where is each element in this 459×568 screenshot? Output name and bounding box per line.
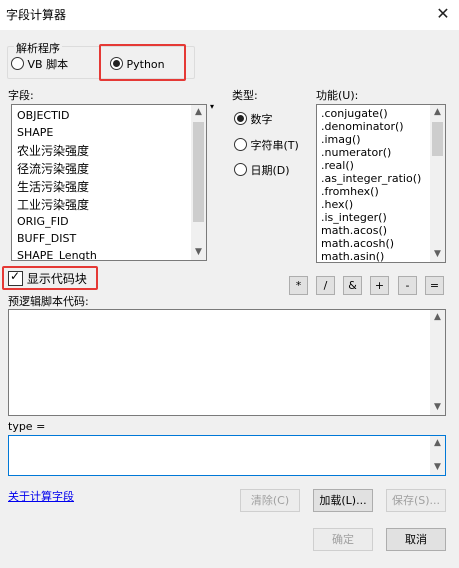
radio-type-number[interactable]: 数字 [234, 111, 273, 127]
field-item[interactable]: BUFF_DIST [17, 232, 76, 245]
function-item[interactable]: .fromhex() [321, 185, 379, 198]
radio-string-icon [234, 138, 247, 151]
radio-python-icon [110, 57, 123, 70]
scroll-down-icon[interactable]: ▼ [430, 247, 445, 262]
function-item[interactable]: math.acos() [321, 224, 387, 237]
radio-string-label: 字符串(T) [250, 139, 299, 152]
field-item[interactable]: 工业污染强度 [17, 196, 89, 213]
cancel-button[interactable]: 取消 [386, 528, 446, 551]
function-item[interactable]: math.asin() [321, 250, 384, 262]
operator-equals-button[interactable]: = [425, 276, 444, 295]
radio-vbscript-label: VB 脚本 [27, 58, 69, 71]
function-item[interactable]: .real() [321, 159, 354, 172]
scroll-up-icon[interactable]: ▲ [430, 310, 445, 325]
show-codeblock-label: 显示代码块 [26, 272, 87, 286]
field-item[interactable]: 生活污染强度 [17, 178, 89, 195]
radio-python-label: Python [126, 58, 165, 71]
fields-scrollbar[interactable]: ▲ ▼ [191, 105, 206, 260]
field-item[interactable]: SHAPE_Length [17, 249, 97, 260]
prelogic-label: 预逻辑脚本代码: [8, 295, 89, 308]
scroll-thumb[interactable] [193, 122, 204, 222]
functions-list[interactable]: .conjugate() .denominator() .imag() .num… [316, 104, 446, 263]
function-item[interactable]: .denominator() [321, 120, 404, 133]
help-link[interactable]: 关于计算字段 [8, 488, 74, 504]
radio-date-label: 日期(D) [250, 164, 290, 177]
function-item[interactable]: .conjugate() [321, 107, 388, 120]
type-label: 类型: [232, 89, 258, 102]
radio-vbscript-icon [11, 57, 24, 70]
field-item[interactable]: OBJECTID [17, 109, 70, 122]
window-title: 字段计算器 [6, 8, 67, 22]
scroll-down-icon[interactable]: ▼ [430, 400, 445, 415]
scroll-up-icon[interactable]: ▲ [430, 105, 445, 120]
function-item[interactable]: .imag() [321, 133, 361, 146]
radio-number-label: 数字 [250, 113, 273, 126]
field-item[interactable]: 农业污染强度 [17, 142, 89, 159]
parser-group-label: 解析程序 [14, 40, 62, 56]
radio-type-string[interactable]: 字符串(T) [234, 137, 299, 153]
scroll-down-icon[interactable]: ▼ [191, 245, 206, 260]
fields-label: 字段: [8, 89, 34, 102]
operator-divide-button[interactable]: / [316, 276, 335, 295]
show-codeblock-checkbox[interactable]: 显示代码块 [8, 269, 87, 287]
functions-label: 功能(U): [316, 89, 359, 102]
function-item[interactable]: .is_integer() [321, 211, 387, 224]
prelogic-scrollbar[interactable]: ▲ ▼ [430, 310, 445, 415]
prelogic-textarea[interactable]: ▲ ▼ [8, 309, 446, 416]
radio-vbscript[interactable]: VB 脚本 [11, 56, 68, 72]
field-item[interactable]: SHAPE [17, 126, 53, 139]
scroll-up-icon[interactable]: ▲ [430, 436, 445, 451]
clear-button[interactable]: 清除(C) [240, 489, 300, 512]
save-button[interactable]: 保存(S)... [386, 489, 446, 512]
close-icon[interactable]: ✕ [432, 3, 454, 25]
scroll-down-icon[interactable]: ▼ [430, 460, 445, 475]
radio-type-date[interactable]: 日期(D) [234, 162, 290, 178]
radio-number-icon [234, 112, 247, 125]
radio-python[interactable]: Python [110, 57, 165, 71]
fields-list[interactable]: OBJECTID SHAPE 农业污染强度 径流污染强度 生活污染强度 工业污染… [11, 104, 207, 261]
operator-multiply-button[interactable]: * [289, 276, 308, 295]
expression-input[interactable]: ▲ ▼ [8, 435, 446, 476]
radio-date-icon [234, 163, 247, 176]
functions-scrollbar[interactable]: ▲ ▼ [430, 105, 445, 262]
sort-arrow-icon[interactable]: ▾ [210, 102, 214, 111]
scroll-thumb[interactable] [432, 122, 443, 156]
function-item[interactable]: math.acosh() [321, 237, 394, 250]
operator-ampersand-button[interactable]: & [343, 276, 362, 295]
expression-label: type = [8, 420, 46, 433]
scroll-up-icon[interactable]: ▲ [191, 105, 206, 120]
title-bar [0, 0, 459, 30]
function-item[interactable]: .numerator() [321, 146, 391, 159]
field-item[interactable]: ORIG_FID [17, 215, 69, 228]
function-item[interactable]: .hex() [321, 198, 353, 211]
ok-button[interactable]: 确定 [313, 528, 373, 551]
expression-scrollbar[interactable]: ▲ ▼ [430, 436, 445, 475]
load-button[interactable]: 加载(L)... [313, 489, 373, 512]
operator-minus-button[interactable]: - [398, 276, 417, 295]
field-item[interactable]: 径流污染强度 [17, 160, 89, 177]
operator-plus-button[interactable]: + [370, 276, 389, 295]
function-item[interactable]: .as_integer_ratio() [321, 172, 421, 185]
checkbox-checked-icon [8, 269, 23, 286]
